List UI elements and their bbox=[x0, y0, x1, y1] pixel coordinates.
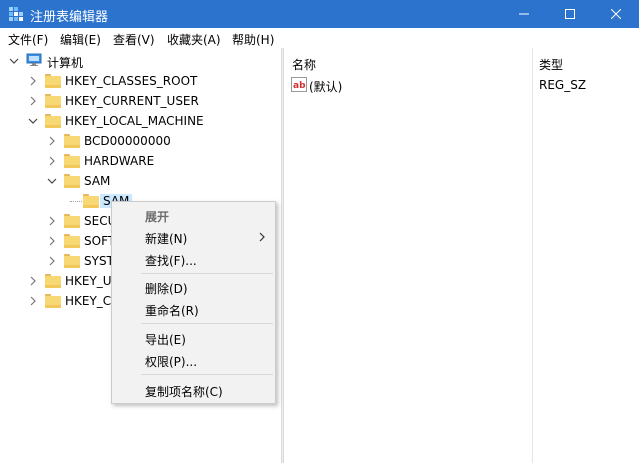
folder-icon bbox=[64, 234, 80, 248]
menu-item-delete[interactable]: 删除(D) bbox=[112, 276, 275, 298]
collapse-icon[interactable] bbox=[9, 56, 19, 66]
minimize-icon bbox=[519, 13, 529, 15]
tree-node-hkey-classes-root[interactable]: HKEY_CLASSES_ROOT bbox=[65, 74, 197, 88]
column-header-type[interactable]: 类型 bbox=[539, 56, 563, 73]
menu-help[interactable]: 帮助(H) bbox=[232, 31, 274, 48]
menu-file[interactable]: 文件(F) bbox=[8, 31, 48, 48]
minimize-button[interactable] bbox=[501, 0, 547, 28]
folder-icon bbox=[64, 154, 80, 168]
tree-node-hkey-current-config[interactable]: HKEY_C bbox=[65, 294, 111, 308]
menu-item-new[interactable]: 新建(N) bbox=[112, 226, 275, 248]
expand-icon[interactable] bbox=[47, 136, 57, 146]
maximize-button[interactable] bbox=[547, 0, 593, 28]
menu-separator bbox=[141, 323, 273, 324]
menu-bar: 文件(F) 编辑(E) 查看(V) 收藏夹(A) 帮助(H) bbox=[0, 28, 639, 49]
menu-favorites[interactable]: 收藏夹(A) bbox=[167, 31, 221, 48]
tree-node-hkey-users[interactable]: HKEY_U bbox=[65, 274, 112, 288]
folder-icon bbox=[45, 94, 61, 108]
menu-separator bbox=[141, 273, 273, 274]
folder-icon bbox=[45, 274, 61, 288]
menu-edit[interactable]: 编辑(E) bbox=[60, 31, 101, 48]
folder-icon bbox=[45, 114, 61, 128]
tree-node-computer[interactable]: 计算机 bbox=[47, 54, 83, 71]
tree-connector bbox=[70, 201, 82, 203]
expand-icon[interactable] bbox=[28, 296, 38, 306]
folder-icon bbox=[64, 254, 80, 268]
string-value-icon: ab bbox=[291, 77, 307, 92]
menu-item-copy-key-name[interactable]: 复制项名称(C) bbox=[112, 379, 275, 401]
maximize-icon bbox=[565, 9, 575, 19]
tree-node-system[interactable]: SYST bbox=[84, 254, 114, 268]
menu-item-rename[interactable]: 重命名(R) bbox=[112, 298, 275, 320]
folder-icon bbox=[45, 294, 61, 308]
expand-icon[interactable] bbox=[28, 76, 38, 86]
menu-view[interactable]: 查看(V) bbox=[113, 31, 155, 48]
expand-icon[interactable] bbox=[47, 156, 57, 166]
tree-node-hardware[interactable]: HARDWARE bbox=[84, 154, 154, 168]
tree-node-sam[interactable]: SAM bbox=[84, 174, 110, 188]
close-icon bbox=[611, 9, 621, 19]
value-name[interactable]: (默认) bbox=[309, 78, 342, 95]
expand-icon[interactable] bbox=[47, 236, 57, 246]
computer-icon bbox=[26, 53, 42, 66]
collapse-icon[interactable] bbox=[28, 116, 38, 126]
tree-node-hkey-current-user[interactable]: HKEY_CURRENT_USER bbox=[65, 94, 199, 108]
context-menu: 展开 新建(N) 查找(F)... 删除(D) 重命名(R) 导出(E) 权限(… bbox=[111, 201, 276, 404]
close-button[interactable] bbox=[593, 0, 639, 28]
window-title: 注册表编辑器 bbox=[30, 10, 109, 25]
menu-item-export[interactable]: 导出(E) bbox=[112, 327, 275, 349]
folder-icon bbox=[83, 194, 99, 208]
folder-icon bbox=[64, 214, 80, 228]
folder-icon bbox=[64, 174, 80, 188]
expand-icon[interactable] bbox=[28, 276, 38, 286]
expand-icon[interactable] bbox=[28, 96, 38, 106]
tree-node-hkey-local-machine[interactable]: HKEY_LOCAL_MACHINE bbox=[65, 114, 204, 128]
submenu-arrow-icon bbox=[259, 232, 265, 242]
folder-icon bbox=[64, 134, 80, 148]
menu-separator bbox=[141, 374, 273, 375]
menu-item-permissions[interactable]: 权限(P)... bbox=[112, 349, 275, 371]
menu-item-expand[interactable]: 展开 bbox=[112, 204, 275, 226]
column-divider[interactable] bbox=[532, 48, 533, 463]
value-type: REG_SZ bbox=[539, 78, 587, 92]
values-list[interactable]: 名称 类型 ab (默认) REG_SZ bbox=[284, 48, 639, 463]
menu-item-find[interactable]: 查找(F)... bbox=[112, 248, 275, 270]
collapse-icon[interactable] bbox=[47, 176, 57, 186]
tree-node-bcd[interactable]: BCD00000000 bbox=[84, 134, 171, 148]
column-header-name[interactable]: 名称 bbox=[292, 56, 316, 73]
expand-icon[interactable] bbox=[47, 256, 57, 266]
folder-icon bbox=[45, 74, 61, 88]
expand-icon[interactable] bbox=[47, 216, 57, 226]
svg-text:ab: ab bbox=[293, 81, 306, 91]
registry-editor-app-icon bbox=[9, 7, 23, 21]
title-bar[interactable]: 注册表编辑器 bbox=[0, 0, 639, 28]
